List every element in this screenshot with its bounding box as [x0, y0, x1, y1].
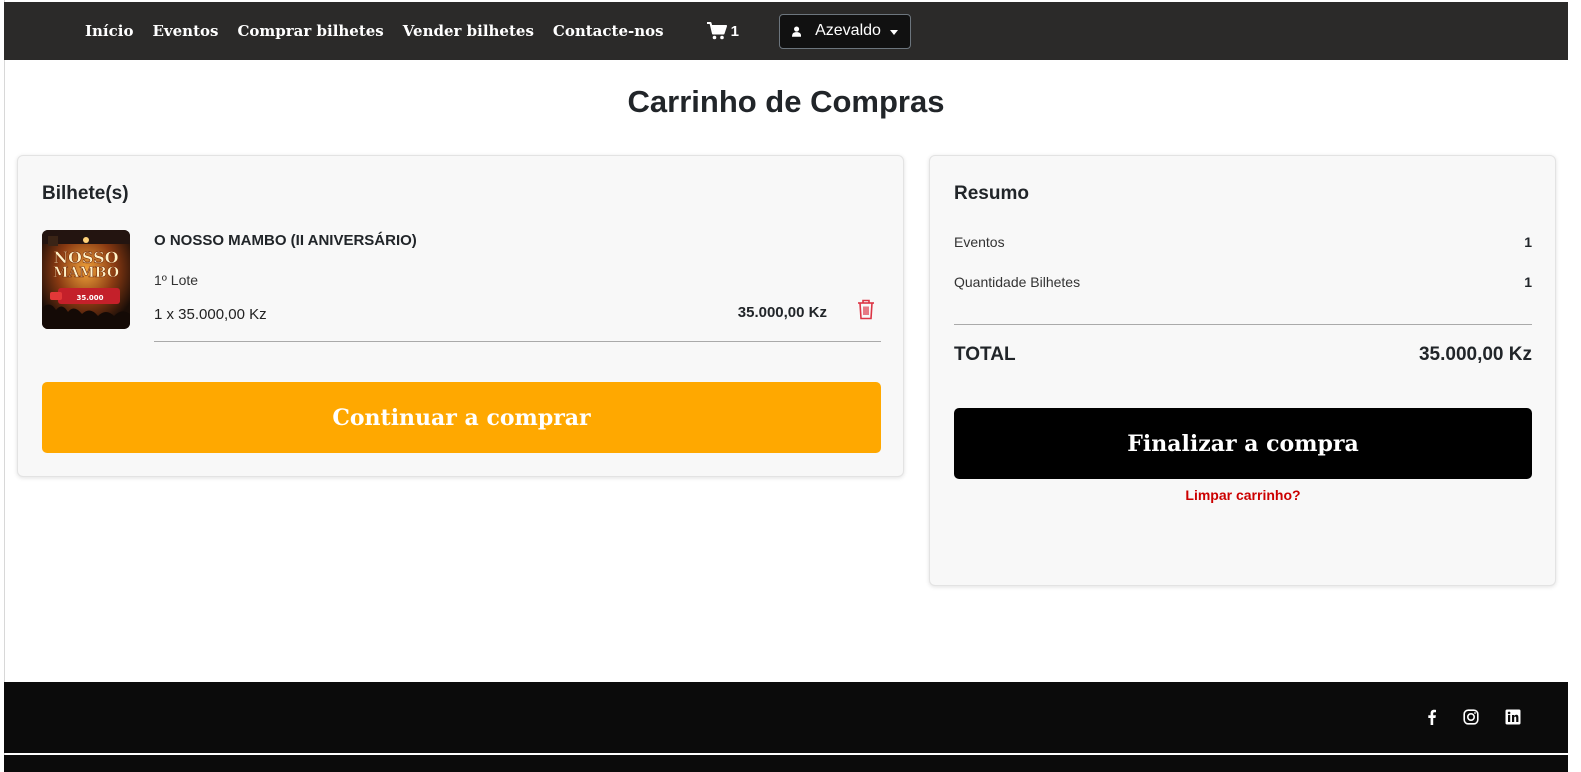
total-value: 35.000,00 Kz — [1418, 344, 1532, 365]
finalize-purchase-button[interactable]: Finalizar a compra — [954, 408, 1532, 479]
chevron-down-icon — [889, 29, 898, 35]
summary-events-label: Eventos — [954, 234, 1005, 250]
user-icon — [791, 25, 802, 37]
nav-link-inicio[interactable]: Início — [85, 22, 133, 40]
summary-card: Resumo Eventos 1 Quantidade Bilhetes 1 T… — [929, 155, 1556, 586]
summary-heading: Resumo — [954, 183, 1029, 204]
nav-link-eventos[interactable]: Eventos — [152, 22, 218, 40]
linkedin-icon[interactable] — [1505, 709, 1521, 725]
top-navbar: Início Eventos Comprar bilhetes Vender b… — [4, 2, 1568, 60]
footer — [4, 682, 1568, 753]
footer-bottom-strip — [4, 755, 1568, 772]
user-name: Azevaldo — [815, 22, 881, 39]
nav-link-contacte-nos[interactable]: Contacte-nos — [553, 22, 664, 40]
svg-text:MAMBO: MAMBO — [53, 265, 119, 281]
cart-count: 1 — [730, 22, 739, 40]
ticket-divider — [154, 341, 881, 342]
summary-divider — [954, 324, 1532, 325]
cart-button[interactable]: 1 — [706, 22, 739, 40]
nav-link-vender-bilhetes[interactable]: Vender bilhetes — [403, 22, 534, 40]
user-dropdown-button[interactable]: Azevaldo — [778, 13, 911, 49]
tickets-card: Bilhete(s) NOSSO MAMBO 35.000 O NOSSO MA… — [17, 155, 904, 477]
nav-links: Início Eventos Comprar bilhetes Vender b… — [85, 22, 683, 40]
ticket-price: 35.000,00 Kz — [737, 304, 827, 321]
total-label: TOTAL — [954, 344, 1016, 365]
ticket-event-name: O NOSSO MAMBO (II ANIVERSÁRIO) — [154, 232, 417, 249]
shopping-cart-icon — [706, 22, 727, 40]
event-poster-image: NOSSO MAMBO 35.000 — [42, 230, 130, 329]
summary-quantity-value: 1 — [1524, 274, 1532, 290]
ticket-quantity-line: 1 x 35.000,00 Kz — [154, 306, 267, 323]
continue-shopping-button[interactable]: Continuar a comprar — [42, 382, 881, 453]
clear-cart-link[interactable]: Limpar carrinho? — [954, 487, 1532, 503]
summary-events-value: 1 — [1524, 234, 1532, 250]
ticket-lot: 1º Lote — [154, 272, 199, 288]
instagram-icon[interactable] — [1463, 709, 1479, 725]
tickets-heading: Bilhete(s) — [42, 183, 129, 204]
trash-icon[interactable] — [856, 298, 876, 320]
facebook-icon[interactable] — [1424, 709, 1440, 725]
nav-link-comprar-bilhetes[interactable]: Comprar bilhetes — [237, 22, 383, 40]
summary-quantity-row: Quantidade Bilhetes 1 — [954, 274, 1532, 290]
summary-events-row: Eventos 1 — [954, 234, 1532, 250]
svg-text:35.000: 35.000 — [76, 294, 103, 302]
summary-total-row: TOTAL 35.000,00 Kz — [954, 344, 1532, 366]
page-title: Carrinho de Compras — [627, 84, 945, 119]
summary-quantity-label: Quantidade Bilhetes — [954, 274, 1081, 290]
